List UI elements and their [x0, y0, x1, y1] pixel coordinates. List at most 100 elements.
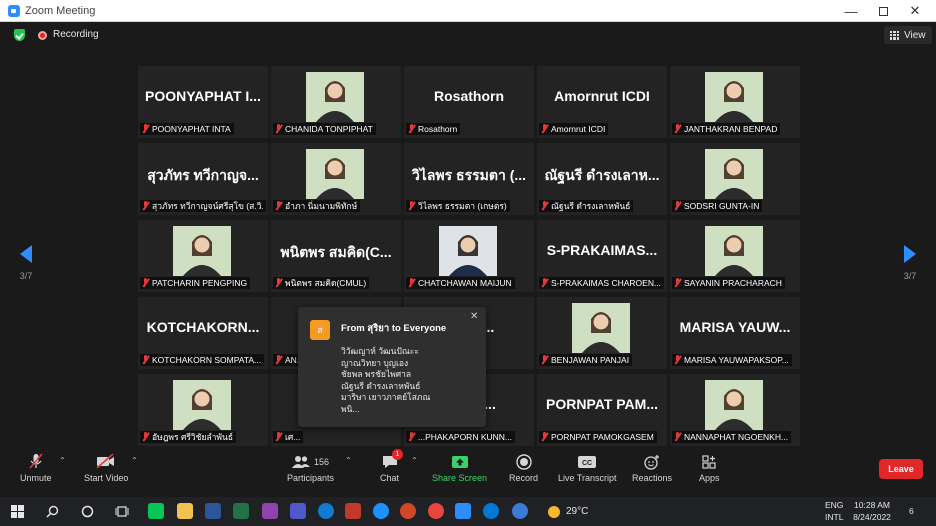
windows-start-icon[interactable] [11, 505, 24, 518]
participant-tile[interactable]: JANTHAKRAN BENPAD [670, 66, 800, 138]
participant-label: Amornrut ICDI [539, 123, 609, 135]
gallery-view: 3/7 3/7 POONYAPHAT I... POONYAPHAT INTA CH… [0, 47, 936, 447]
participant-label: KOTCHAKORN SOMPATA... [140, 354, 265, 366]
unmute-button[interactable]: Unmute [20, 453, 52, 483]
chrome-icon[interactable] [428, 503, 444, 519]
line-app-icon[interactable] [148, 503, 164, 519]
weather-temp[interactable]: 29°C [566, 506, 588, 517]
mic-muted-icon [540, 278, 549, 288]
reactions-button[interactable]: Reactions [632, 453, 672, 483]
participant-tile[interactable]: Amornrut ICDI Amornrut ICDI [537, 66, 667, 138]
excel-icon[interactable] [233, 503, 249, 519]
live-transcript-button[interactable]: CC Live Transcript [558, 453, 617, 483]
ie-icon[interactable] [373, 503, 389, 519]
apps-button[interactable]: Apps [699, 453, 720, 483]
participants-caret-icon[interactable]: ⌃ [345, 456, 352, 465]
mic-muted-icon [540, 201, 549, 211]
arrow-left-icon [20, 245, 32, 263]
next-page-button[interactable]: 3/7 [900, 245, 920, 281]
zoom-taskbar-icon[interactable] [455, 503, 471, 519]
leave-button[interactable]: Leave [879, 459, 923, 479]
participant-tile[interactable]: พนิตพร สมคิด(C... พนิตพร สมคิด(CMUL) [271, 220, 401, 292]
reactions-label: Reactions [632, 473, 673, 483]
participant-name: NANNAPHAT NGOENKH... [684, 432, 789, 442]
mic-muted-icon [673, 201, 682, 211]
participant-tile[interactable]: อำภา นิ่มนามพิทักษ์ [271, 143, 401, 215]
participant-tile[interactable]: สุวภัทร ทวีกาญจ... สุวภัทร ทวีกาญจน์ศรีสุ… [138, 143, 268, 215]
participant-label: PORNPAT PAMOKGASEM [539, 431, 657, 443]
participant-tile[interactable]: PATCHARIN PENGPING [138, 220, 268, 292]
participant-tile[interactable]: อัษฎพร ศรีวิชัยลำพันธ์ [138, 374, 268, 446]
word-icon[interactable] [205, 503, 221, 519]
maximize-icon [878, 6, 888, 16]
participant-tile[interactable]: CHATCHAWAN MAIJUN [404, 220, 534, 292]
participant-tile[interactable]: NANNAPHAT NGOENKH... [670, 374, 800, 446]
participant-tile[interactable]: BENJAWAN PANJAI [537, 297, 667, 369]
participant-tile[interactable]: KOTCHAKORN... KOTCHAKORN SOMPATA... [138, 297, 268, 369]
participant-tile[interactable]: ณัฐนรี ดำรงเลาห... ณัฐนรี ดำรงเลาหพันธ์ [537, 143, 667, 215]
reactions-icon [644, 454, 660, 470]
participant-name: KOTCHAKORN SOMPATA... [152, 355, 262, 365]
mic-muted-icon [673, 432, 682, 442]
close-window-button[interactable]: ✕ [898, 0, 932, 22]
search-icon[interactable] [46, 505, 59, 518]
man-photo [439, 226, 497, 276]
participant-label: อำภา นิ่มนามพิทักษ์ [273, 200, 361, 212]
view-button[interactable]: View [884, 26, 932, 44]
mic-muted-icon [274, 355, 283, 365]
share-screen-icon [451, 455, 468, 468]
app-icon[interactable] [483, 503, 499, 519]
app-icon[interactable] [262, 503, 278, 519]
language[interactable]: ENG [825, 500, 843, 510]
powerpoint-icon[interactable] [400, 503, 416, 519]
video-options-caret-icon[interactable]: ⌃ [131, 456, 138, 465]
maximize-button[interactable] [866, 0, 900, 22]
participant-tile[interactable]: วิไลพร ธรรมตา (... วิไลพร ธรรมตา (เกษตร) [404, 143, 534, 215]
clock-time[interactable]: 10:28 AM [850, 500, 894, 510]
participant-tile[interactable]: SODSRI GUNTA-IN [670, 143, 800, 215]
woman-photo [173, 226, 231, 276]
teams-icon[interactable] [290, 503, 306, 519]
start-video-button[interactable]: Start Video [84, 453, 128, 483]
participant-name: วิไลพร ธรรมตา (เกษตร) [418, 201, 507, 211]
closed-caption-icon: CC [578, 455, 597, 468]
file-explorer-icon[interactable] [177, 503, 193, 519]
clock-date[interactable]: 8/24/2022 [850, 512, 894, 522]
participant-tile[interactable]: Rosathorn Rosathorn [404, 66, 534, 138]
notifications-count[interactable]: 6 [909, 506, 914, 516]
minimize-button[interactable]: — [834, 0, 868, 22]
participant-tile[interactable]: S-PRAKAIMAS... S-PRAKAIMAS CHAROEN... [537, 220, 667, 292]
participant-tile[interactable]: SAYANIN PRACHARACH [670, 220, 800, 292]
keyboard-layout[interactable]: INTL [825, 512, 843, 522]
participant-tile[interactable]: CHANIDA TONPIPHAT [271, 66, 401, 138]
woman-photo [705, 72, 763, 122]
participant-tile[interactable]: POONYAPHAT I... POONYAPHAT INTA [138, 66, 268, 138]
mic-muted-icon [540, 124, 549, 134]
help-icon[interactable] [512, 503, 528, 519]
security-shield-icon[interactable] [14, 29, 25, 41]
start-video-label: Start Video [84, 473, 129, 483]
mic-muted-icon [141, 355, 150, 365]
task-view-icon[interactable] [115, 505, 129, 518]
weather-icon [548, 506, 560, 518]
participant-display-name: Rosathorn [434, 88, 504, 104]
chat-caret-icon[interactable]: ⌃ [411, 456, 418, 465]
edge-icon[interactable] [318, 503, 334, 519]
participant-name: อัษฎพร ศรีวิชัยลำพันธ์ [152, 432, 234, 442]
close-chat-icon[interactable]: ✕ [470, 311, 478, 322]
participant-tile[interactable]: MARISA YAUW... MARISA YAUWAPAKSOP... [670, 297, 800, 369]
cortana-icon[interactable] [81, 505, 94, 518]
participant-tile[interactable]: PORNPAT PAM... PORNPAT PAMOKGASEM [537, 374, 667, 446]
participants-button[interactable]: 156 Participants [287, 453, 334, 483]
participant-label: สุวภัทร ทวีกาญจน์ศรีสุโข (ส.วิ... [140, 200, 266, 212]
chat-notification[interactable]: ส From สุริยา to Everyone ✕ วิวัฒญาห์ วั… [298, 307, 486, 427]
previous-page-button[interactable]: 3/7 [16, 245, 36, 281]
audio-options-caret-icon[interactable]: ⌃ [59, 456, 66, 465]
share-screen-button[interactable]: Share Screen [432, 453, 487, 483]
participants-count: 156 [314, 456, 330, 467]
record-button[interactable]: Record [509, 453, 538, 483]
video-off-icon [96, 453, 115, 469]
participant-label: CHATCHAWAN MAIJUN [406, 277, 515, 289]
chat-line: ณัฐนรี ดำรงเลาหพันธ์ [341, 380, 421, 391]
app-icon[interactable] [345, 503, 361, 519]
